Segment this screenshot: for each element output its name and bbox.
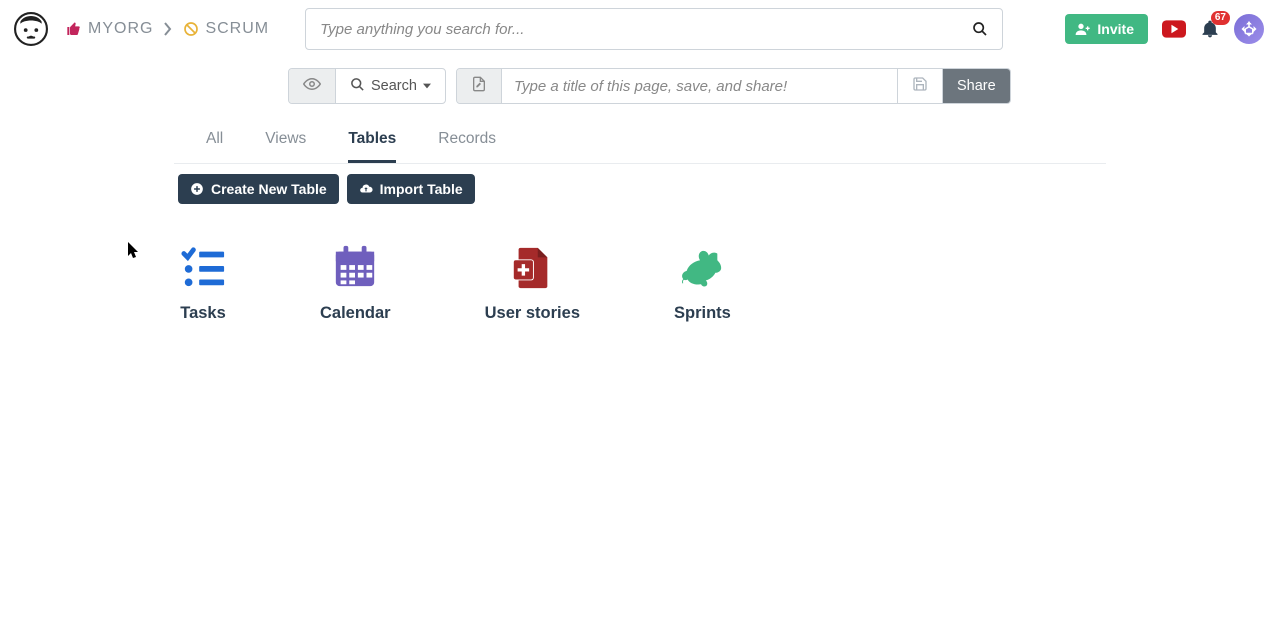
rabbit-icon — [679, 244, 725, 290]
tab-tables[interactable]: Tables — [348, 130, 396, 163]
create-table-button[interactable]: Create New Table — [178, 174, 339, 204]
tile-label: Calendar — [320, 304, 391, 323]
tables-grid: Tasks Calendar User stories Sprints — [180, 244, 1278, 323]
save-page-button[interactable] — [897, 69, 943, 103]
tab-records[interactable]: Records — [438, 130, 496, 163]
eye-icon — [303, 75, 321, 97]
chevron-right-icon — [163, 22, 173, 36]
view-search-group: Search — [288, 68, 446, 104]
page-title-input[interactable] — [502, 69, 897, 103]
create-table-label: Create New Table — [211, 181, 327, 197]
notification-count: 67 — [1211, 11, 1230, 25]
eye-button[interactable] — [289, 69, 336, 103]
page-title-group: Share — [456, 68, 1011, 104]
tab-all[interactable]: All — [206, 130, 223, 163]
edit-file-icon — [471, 76, 487, 96]
breadcrumb-project-label: SCRUM — [205, 20, 269, 38]
mouse-cursor-icon — [128, 242, 140, 260]
table-tile-user-stories[interactable]: User stories — [485, 244, 580, 323]
global-search[interactable] — [305, 8, 1003, 50]
cloud-upload-icon — [359, 182, 373, 196]
project-icon — [183, 21, 199, 37]
share-label: Share — [957, 78, 996, 94]
search-dropdown[interactable]: Search — [336, 69, 445, 103]
import-table-button[interactable]: Import Table — [347, 174, 475, 204]
search-icon — [350, 77, 365, 96]
table-tile-sprints[interactable]: Sprints — [674, 244, 731, 323]
invite-button[interactable]: Invite — [1065, 14, 1148, 44]
tile-label: Sprints — [674, 304, 731, 323]
import-table-label: Import Table — [380, 181, 463, 197]
breadcrumb-project[interactable]: SCRUM — [183, 20, 269, 38]
table-tile-tasks[interactable]: Tasks — [180, 244, 226, 323]
calendar-icon — [332, 244, 378, 290]
tile-label: Tasks — [180, 304, 226, 323]
edit-page-button[interactable] — [457, 69, 502, 103]
user-avatar[interactable] — [1234, 14, 1264, 44]
tasks-icon — [180, 244, 226, 290]
invite-label: Invite — [1097, 21, 1134, 37]
save-icon — [912, 76, 928, 96]
global-search-input[interactable] — [320, 21, 972, 38]
search-dropdown-label: Search — [371, 78, 417, 94]
thumbs-up-icon — [66, 21, 82, 37]
doc-plus-icon — [509, 244, 555, 290]
notifications-bell[interactable]: 67 — [1200, 19, 1220, 39]
breadcrumb-org-label: MYORG — [88, 20, 153, 38]
breadcrumb-org[interactable]: MYORG — [66, 20, 153, 38]
tabs-bar: All Views Tables Records — [174, 130, 1106, 164]
plus-circle-icon — [190, 182, 204, 196]
chevron-down-icon — [423, 83, 431, 89]
tab-views[interactable]: Views — [265, 130, 306, 163]
user-plus-icon — [1075, 21, 1091, 37]
table-tile-calendar[interactable]: Calendar — [320, 244, 391, 323]
tile-label: User stories — [485, 304, 580, 323]
youtube-icon[interactable] — [1162, 19, 1186, 39]
search-icon[interactable] — [972, 21, 988, 37]
breadcrumb: MYORG SCRUM — [66, 20, 269, 38]
app-logo[interactable] — [14, 12, 48, 46]
share-button[interactable]: Share — [943, 69, 1010, 103]
